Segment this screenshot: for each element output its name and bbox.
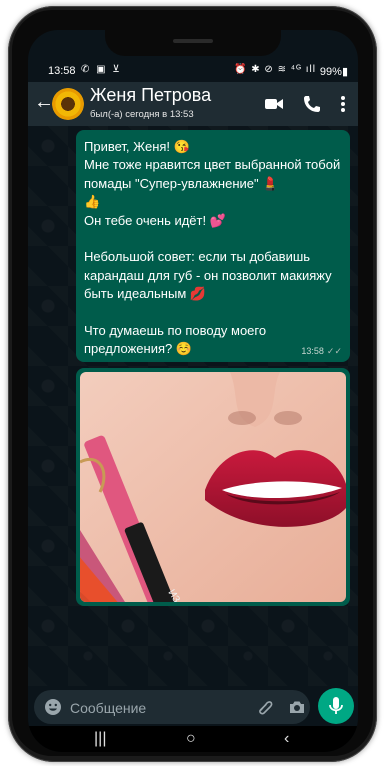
notch	[105, 30, 281, 56]
camera-icon[interactable]	[288, 698, 306, 721]
back-button[interactable]: ‹	[284, 730, 289, 748]
message-input-container	[34, 690, 310, 724]
double-check-icon: ✓✓	[326, 346, 342, 356]
status-bar: 13:58 ✆ ▣ ⊻ ⏰ ✱ ⊘ ≋ ⁴ᴳ ıll 99%▮	[28, 62, 358, 82]
voice-message-button[interactable]	[318, 688, 354, 724]
contact-last-seen: был(-а) сегодня в 13:53	[90, 109, 194, 120]
outgoing-image-message[interactable]: ИЗ	[76, 368, 350, 606]
message-line: Небольшой совет: если ты добавишь каранд…	[84, 249, 332, 302]
lipstick-photo[interactable]: ИЗ	[80, 372, 346, 602]
recent-apps-button[interactable]: |||	[94, 730, 106, 748]
message-line: Он тебе очень идёт! 💕	[84, 212, 226, 228]
status-time: 13:58	[48, 65, 76, 77]
message-input[interactable]	[68, 697, 242, 719]
emoji-icon[interactable]	[44, 698, 62, 721]
message-line: Мне тоже нравится цвет выбранной тобой п…	[84, 157, 341, 191]
more-options-icon[interactable]	[340, 94, 346, 119]
attach-icon[interactable]	[256, 698, 274, 721]
system-icons: ⏰ ✱ ⊘ ≋ ⁴ᴳ ıll	[234, 64, 316, 75]
notification-icons: ✆ ▣ ⊻	[81, 64, 122, 75]
message-line: Привет, Женя! 😘	[84, 139, 190, 154]
earpiece-speaker	[173, 39, 213, 43]
message-composer	[28, 686, 358, 726]
video-call-icon[interactable]	[264, 94, 284, 119]
home-button[interactable]: ○	[186, 730, 196, 748]
voice-call-icon[interactable]	[302, 94, 322, 119]
message-time: 13:58	[301, 346, 324, 356]
message-timestamp: 13:58 ✓✓	[301, 346, 342, 357]
message-line: 👍	[84, 194, 101, 210]
outgoing-message[interactable]: Привет, Женя! 😘 Мне тоже нравится цвет в…	[76, 130, 350, 362]
chat-header: ← Женя Петрова был(-а) сегодня в 13:53	[28, 82, 358, 126]
phone-screen: 13:58 ✆ ▣ ⊻ ⏰ ✱ ⊘ ≋ ⁴ᴳ ıll 99%▮ ← Женя П…	[28, 30, 358, 752]
system-navigation-bar: ||| ○ ‹	[28, 726, 358, 752]
microphone-icon	[329, 697, 343, 714]
battery-indicator: 99%▮	[319, 66, 348, 78]
avatar[interactable]	[52, 88, 84, 120]
back-arrow-icon[interactable]: ←	[34, 92, 54, 112]
message-body: Привет, Женя! 😘 Мне тоже нравится цвет в…	[84, 138, 346, 359]
contact-name[interactable]: Женя Петрова	[90, 85, 211, 106]
